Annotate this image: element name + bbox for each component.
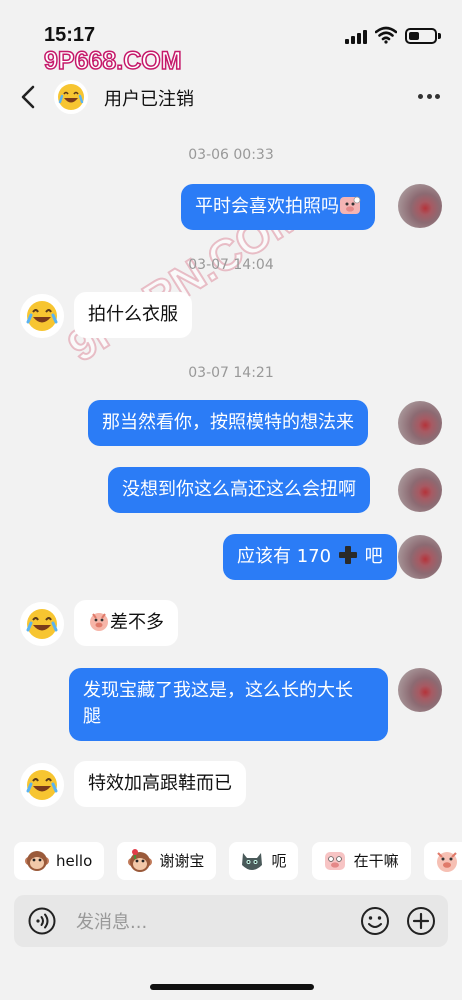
voice-input-icon[interactable]: [28, 907, 56, 935]
message-text-line: 腿: [83, 706, 101, 727]
message-text: 平时会喜欢拍照吗: [195, 196, 339, 217]
quick-reply-chip[interactable]: 在干嘛: [311, 842, 411, 880]
quick-reply-label: hello: [56, 852, 93, 870]
my-avatar[interactable]: [398, 468, 442, 512]
monkey-flower-icon: [128, 849, 153, 872]
contact-name: 用户已注销: [104, 89, 194, 110]
message-text: 特效加高跟鞋而已: [88, 773, 232, 794]
emoji-picker-icon[interactable]: [360, 906, 390, 936]
message-bubble-sent[interactable]: 没想到你这么高还这么会扭啊: [108, 467, 370, 513]
pig-icon: [436, 852, 457, 872]
message-bubble-received[interactable]: 特效加高跟鞋而已: [74, 761, 246, 807]
timestamp: 03-06 00:33: [188, 147, 274, 163]
message-bubble-received[interactable]: 拍什么衣服: [74, 292, 192, 338]
quick-reply-chip[interactable]: 喜欢: [423, 842, 462, 880]
home-indicator: [150, 984, 314, 990]
message-text-c: 吧: [364, 546, 383, 567]
message-text: 拍什么衣服: [88, 304, 178, 325]
cellular-signal-icon: [345, 30, 369, 44]
contact-avatar[interactable]: [20, 294, 64, 338]
status-bar: 15:17: [0, 0, 462, 50]
message-text-a: 应该有: [237, 546, 291, 567]
message-text-line: 发现宝藏了我这是，这么长的大长: [83, 680, 353, 701]
status-time: 15:17: [44, 24, 96, 46]
message-bubble-sent[interactable]: 发现宝藏了我这是，这么长的大长 腿: [69, 668, 388, 741]
add-attachment-icon[interactable]: [406, 906, 436, 936]
quick-reply-label: 谢谢宝: [159, 852, 205, 870]
my-avatar[interactable]: [398, 184, 442, 228]
contact-avatar[interactable]: [20, 602, 64, 646]
message-bubble-sent[interactable]: 那当然看你，按照模特的想法来: [88, 400, 368, 446]
message-text-b: 170: [296, 546, 332, 567]
piglet-emoji-icon: [340, 196, 361, 214]
quick-reply-label: 在干嘛: [353, 852, 399, 870]
my-avatar[interactable]: [398, 668, 442, 712]
plus-emoji-icon: [338, 546, 357, 564]
battery-icon: [405, 28, 441, 44]
message-text: 没想到你这么高还这么会扭啊: [122, 479, 356, 500]
my-avatar[interactable]: [398, 535, 442, 579]
my-avatar[interactable]: [398, 401, 442, 445]
message-bubble-received[interactable]: 差不多: [74, 600, 178, 646]
back-arrow-icon[interactable]: [18, 84, 40, 110]
wifi-icon: [375, 26, 397, 44]
monkey-icon: [25, 851, 49, 871]
message-bubble-sent[interactable]: 应该有 170 吧: [223, 534, 397, 580]
message-bubble-sent[interactable]: 平时会喜欢拍照吗: [181, 184, 375, 230]
contact-avatar[interactable]: [20, 763, 64, 807]
quick-reply-chip[interactable]: hello: [14, 842, 105, 880]
timestamp: 03-07 14:21: [188, 365, 274, 381]
contact-avatar[interactable]: [54, 80, 88, 114]
cat-icon: [242, 853, 263, 870]
quick-reply-chip[interactable]: 呃: [229, 842, 299, 880]
piglet-emoji-icon: [90, 613, 108, 631]
chat-header: 用户已注销: [0, 72, 462, 122]
message-input-bar: 发消息...: [14, 895, 448, 947]
message-text: 那当然看你，按照模特的想法来: [102, 412, 354, 433]
more-options-icon[interactable]: [415, 82, 443, 110]
message-text: 差不多: [110, 612, 164, 633]
quick-reply-label: 呃: [271, 852, 287, 870]
quick-reply-chip[interactable]: 谢谢宝: [117, 842, 217, 880]
timestamp: 03-07 14:04: [188, 257, 274, 273]
quick-reply-bar: hello 谢谢宝 呃 在干嘛 喜欢: [14, 842, 462, 882]
piglet-icon: [324, 852, 345, 870]
message-input[interactable]: 发消息...: [76, 908, 147, 934]
